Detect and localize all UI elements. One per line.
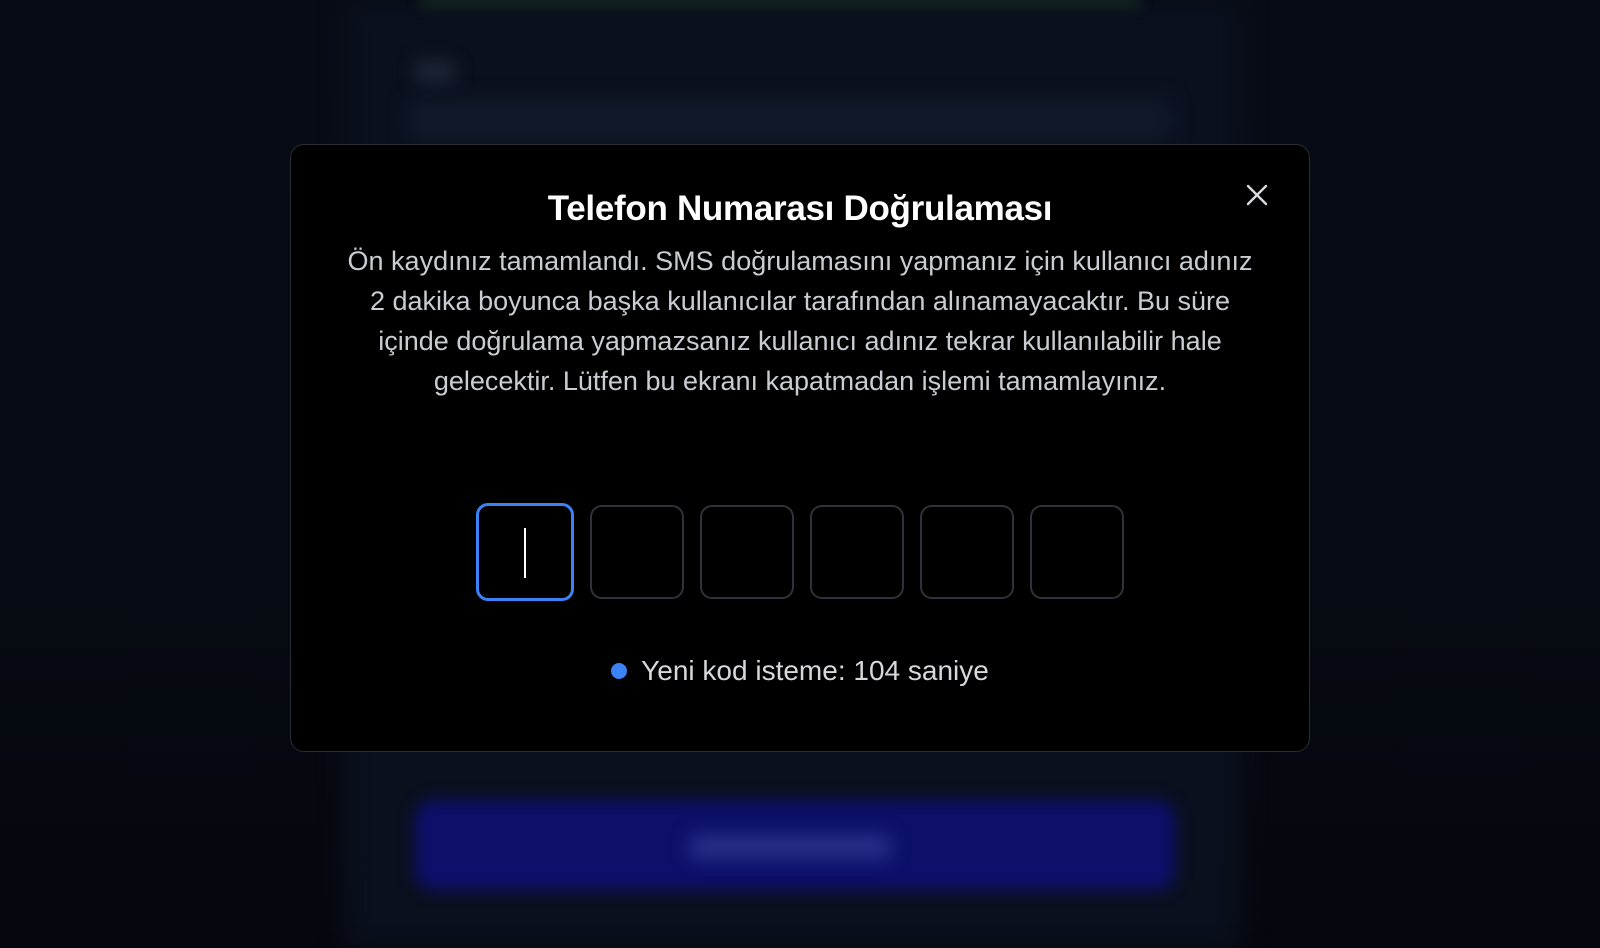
otp-digit-6[interactable] xyxy=(1030,505,1124,599)
blurred-background-button-label xyxy=(690,835,890,859)
resend-countdown-text: Yeni kod isteme: 104 saniye xyxy=(641,655,989,686)
otp-digit-2[interactable] xyxy=(590,505,684,599)
blurred-background-field xyxy=(410,100,1170,140)
resend-countdown: Yeni kod isteme: 104 saniye xyxy=(291,655,1309,687)
status-dot-icon xyxy=(611,663,628,679)
text-caret xyxy=(524,528,526,578)
otp-digit-3[interactable] xyxy=(700,505,794,599)
otp-digit-5[interactable] xyxy=(920,505,1014,599)
blurred-background-progress xyxy=(420,0,1140,6)
modal-title: Telefon Numarası Doğrulaması xyxy=(547,189,1053,228)
otp-digit-4[interactable] xyxy=(810,505,904,599)
otp-input-group xyxy=(291,503,1309,601)
otp-digit-1[interactable] xyxy=(476,503,574,601)
modal-description: Ön kaydınız tamamlandı. SMS doğrulamasın… xyxy=(347,246,1253,396)
phone-verification-modal: Telefon Numarası Doğrulaması Ön kaydınız… xyxy=(290,144,1310,752)
blurred-background-label xyxy=(415,60,455,84)
